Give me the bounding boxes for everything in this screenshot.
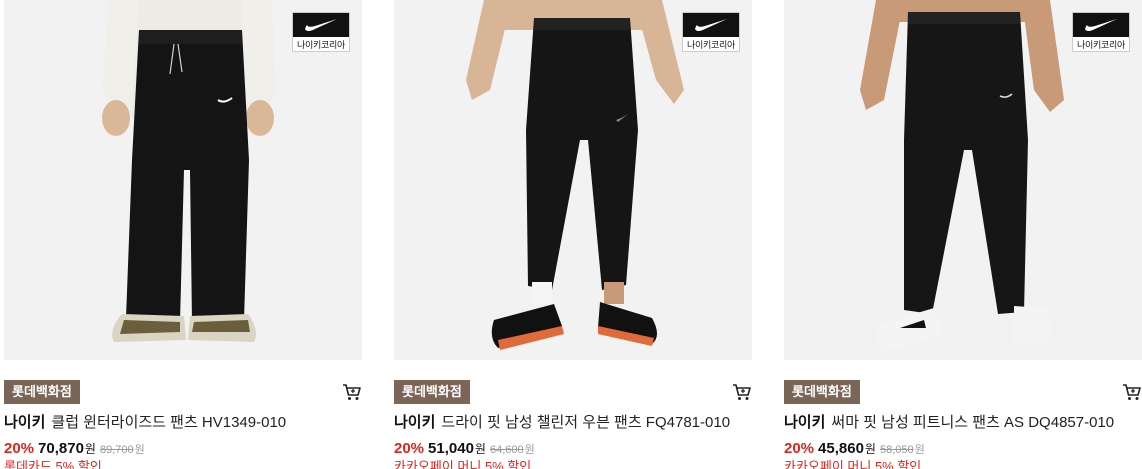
currency-unit: 원 <box>524 444 535 456</box>
swoosh-logo-icon <box>1085 19 1117 31</box>
swoosh-logo-icon <box>695 19 727 31</box>
product-image[interactable]: 나이키코리아 <box>4 0 362 360</box>
brand-badge: 나이키코리아 <box>682 12 740 52</box>
cart-icon[interactable] <box>732 382 752 402</box>
product-photo-pants-oversized <box>4 0 362 360</box>
currency-unit: 원 <box>914 444 925 456</box>
badge-label: 나이키코리아 <box>297 40 345 50</box>
product-name: 클럽 윈터라이즈드 팬츠 HV1349-010 <box>51 414 287 431</box>
badge-label: 나이키코리아 <box>687 40 735 50</box>
product-brand: 나이키 <box>4 414 46 431</box>
discount-rate: 20% <box>4 440 35 457</box>
product-name: 드라이 핏 남성 챌린저 우븐 팬츠 FQ4781-010 <box>441 414 731 431</box>
swoosh-logo-icon <box>305 19 337 31</box>
product-title[interactable]: 나이키 드라이 핏 남성 챌린저 우븐 팬츠 FQ4781-010 <box>394 413 756 433</box>
product-image[interactable]: 나이키코리아 <box>784 0 1142 360</box>
cart-icon[interactable] <box>342 382 362 402</box>
product-image[interactable]: 나이키코리아 <box>394 0 752 360</box>
product-title[interactable]: 나이키 써마 핏 남성 피트니스 팬츠 AS DQ4857-010 <box>784 413 1142 433</box>
store-tag: 롯데백화점 <box>784 380 860 404</box>
cart-icon[interactable] <box>1122 382 1142 402</box>
original-price: 64,600 <box>489 444 524 456</box>
sale-price: 51,040 <box>428 440 474 457</box>
promo-text: 카카오페이 머니 5% 할인 <box>394 459 532 469</box>
product-brand: 나이키 <box>394 414 436 431</box>
badge-label: 나이키코리아 <box>1077 40 1125 50</box>
sale-price: 70,870 <box>38 440 84 457</box>
product-brand: 나이키 <box>784 414 826 431</box>
price-row: 20% 45,860원 58,050원 <box>784 439 925 460</box>
brand-badge: 나이키코리아 <box>1072 12 1130 52</box>
discount-rate: 20% <box>394 440 425 457</box>
product-card[interactable]: 나이키코리아 롯데백화점 나이키 클럽 윈터라이즈드 팬츠 HV1349-010 … <box>4 0 366 469</box>
product-photo-pants-tapered <box>394 0 752 360</box>
currency-unit: 원 <box>84 442 96 456</box>
currency-unit: 원 <box>864 442 876 456</box>
original-price: 89,700 <box>99 444 134 456</box>
product-photo-pants-straight <box>784 0 1142 360</box>
promo-text: 카카오페이 머니 5% 할인 <box>784 459 922 469</box>
product-title[interactable]: 나이키 클럽 윈터라이즈드 팬츠 HV1349-010 <box>4 413 366 433</box>
price-row: 20% 70,870원 89,700원 <box>4 439 145 460</box>
original-price: 58,050 <box>879 444 914 456</box>
product-grid: 나이키코리아 롯데백화점 나이키 클럽 윈터라이즈드 팬츠 HV1349-010 … <box>0 0 1142 469</box>
discount-rate: 20% <box>784 440 815 457</box>
product-card[interactable]: 나이키코리아 롯데백화점 나이키 써마 핏 남성 피트니스 팬츠 AS DQ485… <box>784 0 1142 469</box>
product-card[interactable]: 나이키코리아 롯데백화점 나이키 드라이 핏 남성 챌린저 우븐 팬츠 FQ478… <box>394 0 756 469</box>
promo-text: 롯데카드 5% 할인 <box>4 459 102 469</box>
product-name: 써마 핏 남성 피트니스 팬츠 AS DQ4857-010 <box>831 414 1115 431</box>
currency-unit: 원 <box>474 442 486 456</box>
price-row: 20% 51,040원 64,600원 <box>394 439 535 460</box>
currency-unit: 원 <box>134 444 145 456</box>
brand-badge: 나이키코리아 <box>292 12 350 52</box>
store-tag: 롯데백화점 <box>394 380 470 404</box>
sale-price: 45,860 <box>818 440 864 457</box>
store-tag: 롯데백화점 <box>4 380 80 404</box>
